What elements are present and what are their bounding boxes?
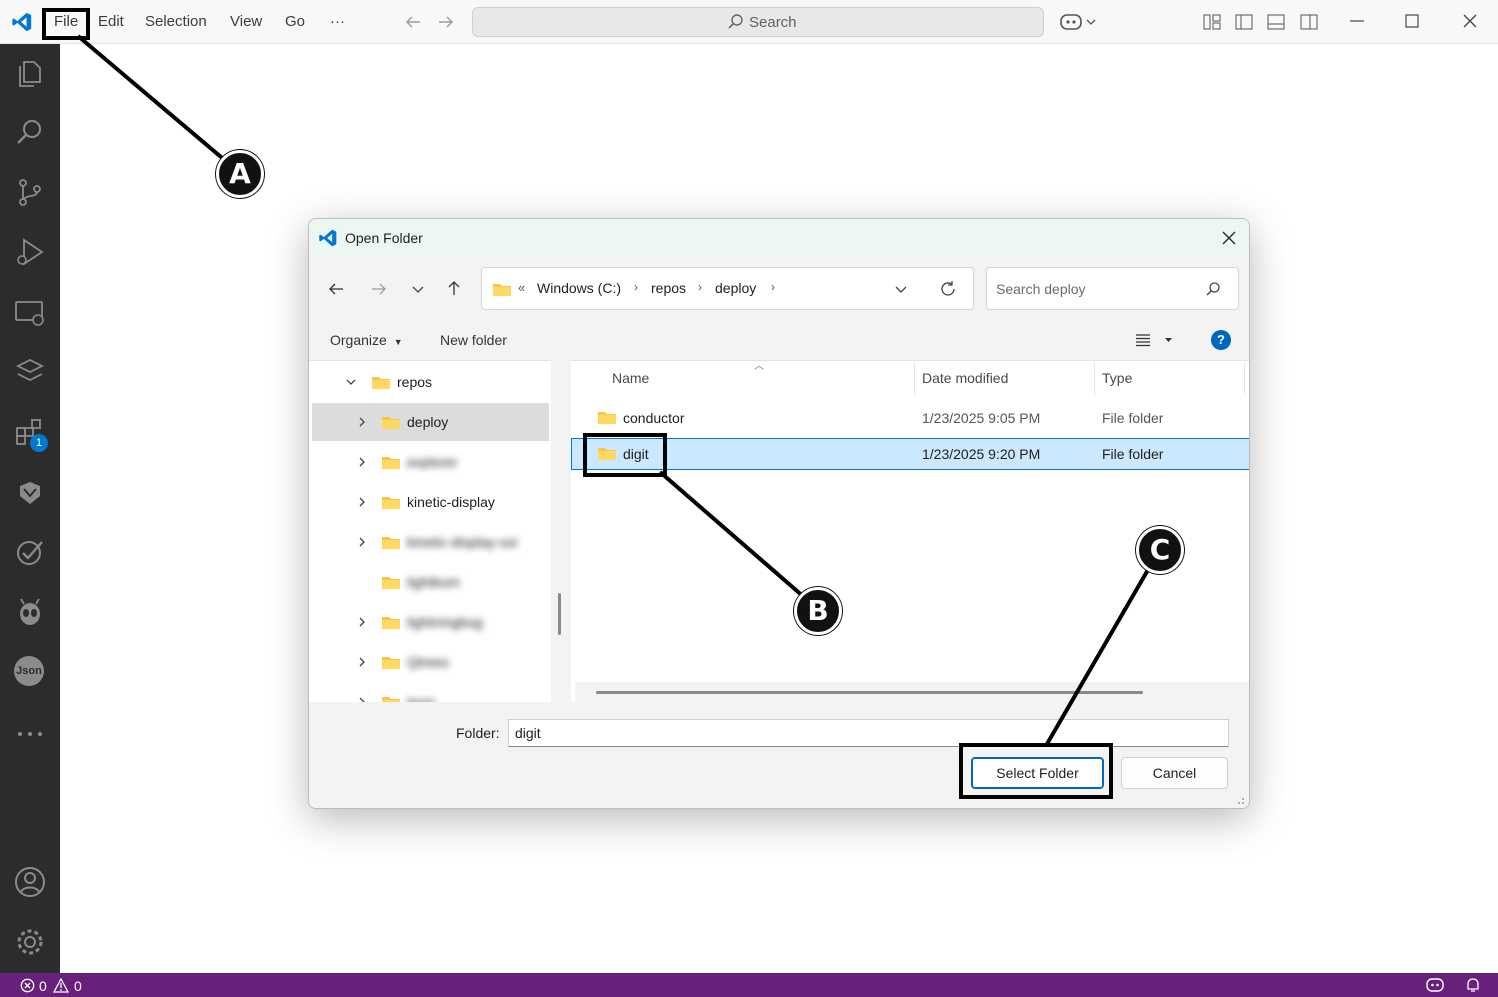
callout-c: C [1136,526,1184,574]
callout-a: A [216,150,264,198]
callout-b: B [794,587,842,635]
highlight-file-menu [42,8,90,40]
highlight-digit-row [583,433,667,477]
annotation-lines [76,34,1158,746]
highlight-select-folder [959,743,1113,799]
